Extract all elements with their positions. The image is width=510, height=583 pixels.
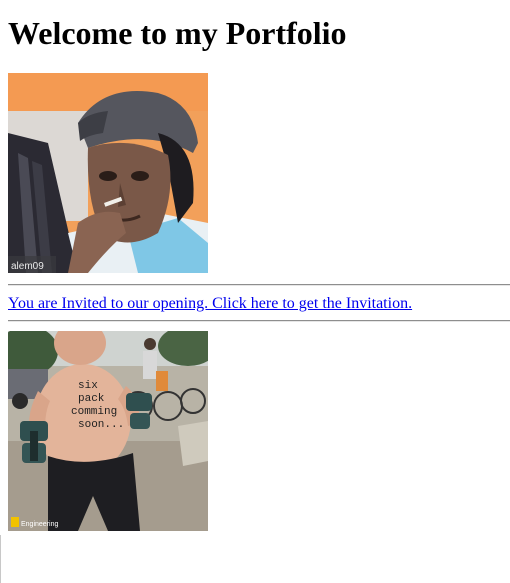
engineering-logo-icon: [11, 517, 19, 527]
meme-caption-line-4: soon...: [78, 419, 124, 431]
portfolio-page: Welcome to my Portfolio alem09 You are I…: [0, 0, 510, 583]
six-pack-meme-image: six pack comming soon... Engineering: [8, 331, 208, 531]
page-title: Welcome to my Portfolio: [8, 15, 347, 51]
divider-bottom: [8, 320, 510, 322]
portrait-watermark: alem09: [11, 261, 44, 272]
meme-caption-line-1: six: [78, 380, 98, 392]
page-edge-line: [0, 535, 1, 583]
invitation-link[interactable]: You are Invited to our opening. Click he…: [8, 295, 412, 313]
portrait-illustration: alem09: [8, 73, 208, 273]
meme-illustration: six pack comming soon... Engineering: [8, 331, 208, 531]
meme-watermark: Engineering: [21, 521, 58, 528]
divider-top: [8, 284, 510, 286]
meme-caption-line-3: comming: [71, 406, 117, 418]
meme-caption-line-2: pack: [78, 393, 105, 405]
portrait-image: alem09: [8, 73, 208, 273]
